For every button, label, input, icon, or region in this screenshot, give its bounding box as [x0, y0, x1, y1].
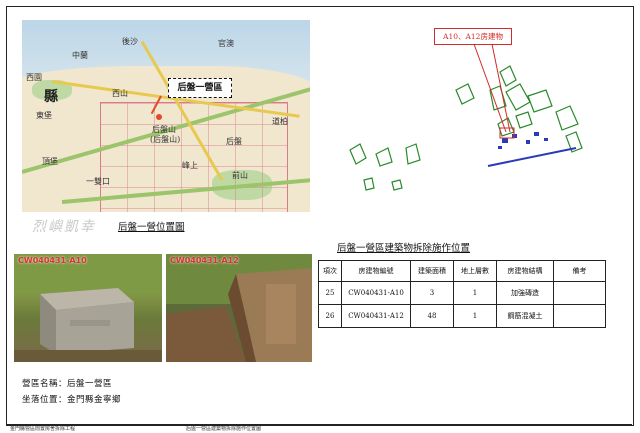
table-header-cell: 備考	[553, 260, 606, 282]
site-building-outline	[499, 65, 517, 87]
title-block-right: 后盤一營區建築物拆除施作位置圖	[186, 426, 262, 432]
site-structure-mark	[544, 138, 548, 141]
site-building-outline	[363, 177, 375, 191]
table-cell: CW040431-A10	[341, 281, 411, 305]
map-label: 西山	[112, 89, 128, 98]
demolition-table: 項次 房建物編號 建築面積 地上層數 房建物結構 備考 25 CW040431-…	[318, 260, 606, 328]
photo-a10: CW040431-A10	[14, 254, 162, 362]
map-label: 一雙口	[86, 177, 110, 186]
map-label: 西園	[26, 73, 42, 82]
site-structure-mark	[534, 132, 539, 136]
photo-a10-image	[14, 254, 162, 362]
site-plan-tag: A10、A12房建物	[434, 28, 512, 45]
map-label: 官澳	[218, 39, 234, 48]
site-structure-mark	[498, 146, 502, 149]
location-map: 縣 西園 後沙 官澳 中蘭 西山 后盤山 (后盤山) 東堡 頂堡 峰上 前山 一…	[22, 20, 310, 212]
site-building-outline	[505, 83, 531, 111]
site-building-outline	[489, 85, 507, 111]
table-cell	[553, 281, 606, 305]
location-pin-icon	[156, 114, 162, 120]
site-building-outline	[555, 105, 579, 131]
map-label: 頂堡	[42, 157, 58, 166]
map-label: 后盤	[226, 137, 242, 146]
map-label: 道柏	[272, 117, 288, 126]
table-header-cell: 房建物結構	[496, 260, 554, 282]
table-header-cell: 項次	[318, 260, 342, 282]
map-label: 縣	[44, 89, 58, 105]
map-callout: 后盤一營區	[168, 78, 232, 98]
photo-a12-image	[166, 254, 312, 362]
site-plan	[349, 43, 583, 191]
table-cell: 加強磚造	[496, 281, 554, 305]
table-cell: 25	[318, 281, 342, 305]
table-cell: 3	[410, 281, 454, 305]
map-label: 後沙	[122, 37, 138, 46]
site-building-outline	[515, 111, 533, 129]
table-cell: 48	[410, 304, 454, 328]
watermark: 烈嶼凱幸	[32, 219, 96, 235]
table-header-cell: 建築面積	[410, 260, 454, 282]
table-cell: 鋼筋混凝土	[496, 304, 554, 328]
table-row: 25 CW040431-A10 3 1 加強磚造	[318, 281, 606, 305]
photo-tag: CW040431-A10	[18, 256, 87, 265]
table-cell: 1	[453, 304, 497, 328]
location-map-caption: 后盤一營位置圖	[118, 222, 185, 233]
site-building-outline	[375, 147, 393, 167]
photo-a12: CW040431-A12	[166, 254, 312, 362]
map-label: 中蘭	[72, 51, 88, 60]
table-header-cell: 房建物編號	[341, 260, 411, 282]
site-building-outline	[391, 179, 403, 191]
site-structure-mark	[502, 138, 508, 143]
demolition-table-title: 后盤一營區建築物拆除施作位置	[337, 243, 471, 254]
map-label: 前山	[232, 171, 248, 180]
site-building-outline	[455, 83, 475, 105]
table-cell: CW040431-A12	[341, 304, 411, 328]
table-cell	[553, 304, 606, 328]
camp-name: 營區名稱：后盤一營區	[22, 379, 113, 389]
site-building-outline	[405, 143, 421, 165]
map-label: (后盤山)	[150, 135, 181, 144]
site-structure-mark	[526, 140, 530, 144]
map-label: 東堡	[36, 111, 52, 120]
map-label: 峰上	[182, 161, 198, 170]
site-building-outline	[349, 143, 367, 165]
title-block-left: 金門縣營區閒置房舍拆除工程	[10, 426, 76, 432]
site-road-line	[487, 147, 577, 167]
table-header-row: 項次 房建物編號 建築面積 地上層數 房建物結構 備考	[318, 260, 606, 282]
table-header-cell: 地上層數	[453, 260, 497, 282]
site-building-outline	[527, 89, 553, 113]
table-cell: 1	[453, 281, 497, 305]
photo-tag: CW040431-A12	[170, 256, 239, 265]
table-row: 26 CW040431-A12 48 1 鋼筋混凝土	[318, 304, 606, 328]
table-cell: 26	[318, 304, 342, 328]
camp-location: 坐落位置：金門縣金寧鄉	[22, 395, 122, 405]
